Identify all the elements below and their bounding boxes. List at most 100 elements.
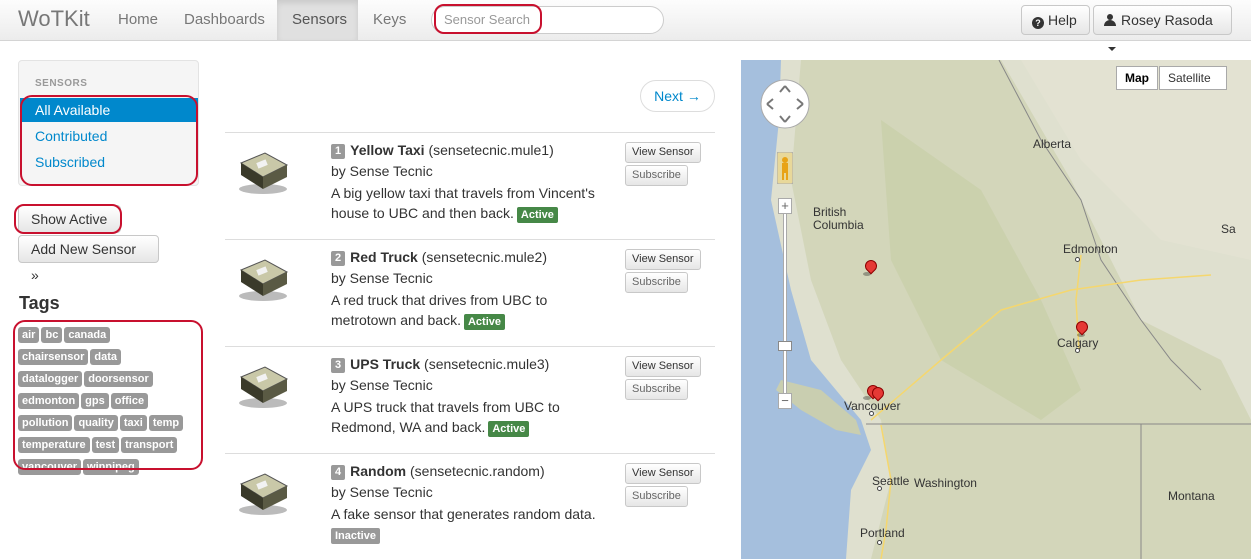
subscribe-button[interactable]: Subscribe — [625, 272, 688, 293]
tag[interactable]: data — [90, 349, 121, 365]
zoom-slider-handle[interactable] — [778, 341, 792, 351]
map-label-washington: Washington — [914, 476, 977, 490]
sensor-owner: by Sense Tecnic — [331, 163, 433, 179]
tag[interactable]: temperature — [18, 437, 90, 453]
tags-title: Tags — [19, 293, 60, 313]
sensor-number: 2 — [331, 251, 346, 266]
sensor-device-icon — [239, 366, 289, 408]
sensor-row: 1 Yellow Taxi (sensetecnic.mule1) by Sens… — [225, 132, 715, 239]
tag[interactable]: winnipeg — [83, 459, 139, 475]
top-navbar: WoTKit Home Dashboards Sensors Keys Sens… — [0, 0, 1251, 51]
zoom-in-icon[interactable]: + — [778, 198, 792, 214]
sidebar-header: SENSORS — [35, 78, 88, 89]
tag[interactable]: taxi — [119, 415, 147, 431]
sensor-owner: by Sense Tecnic — [331, 377, 433, 393]
sensor-id: (sensetecnic.mule3) — [424, 356, 550, 372]
tag[interactable]: canada — [64, 327, 111, 343]
tag[interactable]: datalogger — [18, 371, 83, 387]
map-label-edge-sa: Sa — [1221, 222, 1236, 236]
sensor-device-icon — [239, 152, 289, 194]
sensor-search-input[interactable]: Sensor Search — [431, 6, 664, 34]
tag[interactable]: office — [110, 393, 149, 409]
subscribe-button[interactable]: Subscribe — [625, 165, 688, 186]
tag[interactable]: air — [18, 327, 40, 343]
tag[interactable]: test — [91, 437, 120, 453]
brand-logo[interactable]: WoTKit — [18, 6, 90, 32]
sensor-name[interactable]: Red Truck — [350, 249, 418, 265]
tag[interactable]: chairsensor — [18, 349, 89, 365]
nav-keys[interactable]: Keys — [358, 0, 421, 40]
sensor-name[interactable]: Yellow Taxi — [350, 142, 424, 158]
tag-cloud: air bc canada chairsensor data datalogger do… — [18, 325, 200, 479]
sensor-number: 1 — [331, 144, 346, 159]
show-active-button[interactable]: Show Active — [18, 205, 121, 233]
map-label-alberta: Alberta — [1033, 137, 1072, 151]
sensor-row: 4 Random (sensetecnic.random) by Sense Te… — [225, 453, 715, 559]
tag[interactable]: quality — [74, 415, 118, 431]
map-label-montana: Montana — [1168, 489, 1215, 503]
sensor-description: A fake sensor that generates random data… — [331, 506, 596, 522]
subscribe-button[interactable]: Subscribe — [625, 486, 688, 507]
tag[interactable]: doorsensor — [84, 371, 153, 387]
sidebar-item-contributed[interactable]: Contributed — [20, 124, 198, 148]
sensor-id: (sensetecnic.mule1) — [428, 142, 554, 158]
sensor-description: A red truck that drives from UBC to metr… — [331, 292, 548, 328]
view-sensor-button[interactable]: View Sensor — [625, 356, 701, 377]
status-badge: Active — [488, 421, 530, 437]
nav-home[interactable]: Home — [103, 0, 173, 40]
map-label-edmonton: Edmonton — [1063, 242, 1118, 256]
city-dot — [869, 411, 874, 416]
view-sensor-button[interactable]: View Sensor — [625, 463, 701, 484]
tag[interactable]: edmonton — [18, 393, 80, 409]
sensor-map[interactable]: Map Satellite + − Alberta British Columb… — [741, 60, 1251, 559]
help-label: Help — [1048, 12, 1077, 28]
sensor-id: (sensetecnic.random) — [410, 463, 545, 479]
pan-control-icon[interactable] — [759, 78, 811, 130]
nav-dashboards[interactable]: Dashboards — [169, 0, 280, 40]
user-menu-button[interactable]: Rosey Rasoda — [1093, 5, 1232, 51]
next-page-button[interactable]: Next → — [640, 80, 715, 112]
map-type-map-button[interactable]: Map — [1116, 66, 1158, 90]
sensor-number: 4 — [331, 465, 346, 480]
sensor-name[interactable]: Random — [350, 463, 406, 479]
sidebar-item-subscribed[interactable]: Subscribed — [20, 150, 198, 174]
sensor-name[interactable]: UPS Truck — [350, 356, 420, 372]
zoom-out-icon[interactable]: − — [778, 393, 792, 409]
map-terrain — [741, 60, 1251, 559]
map-label-portland: Portland — [860, 526, 905, 540]
sidebar-item-all-available[interactable]: All Available — [20, 98, 198, 122]
map-type-satellite-button[interactable]: Satellite — [1159, 66, 1227, 90]
tag[interactable]: bc — [41, 327, 63, 343]
subscribe-button[interactable]: Subscribe — [625, 379, 688, 400]
sensor-number: 3 — [331, 358, 346, 373]
user-name: Rosey Rasoda — [1121, 12, 1213, 28]
sensor-owner: by Sense Tecnic — [331, 270, 433, 286]
status-badge: Inactive — [331, 528, 380, 544]
view-sensor-button[interactable]: View Sensor — [625, 142, 701, 163]
status-badge: Active — [463, 314, 505, 330]
question-icon: ? — [1032, 17, 1044, 29]
sensor-row: 2 Red Truck (sensetecnic.mule2) by Sense … — [225, 239, 715, 346]
sensor-device-icon — [239, 259, 289, 301]
user-icon — [1104, 14, 1116, 26]
view-sensor-button[interactable]: View Sensor — [625, 249, 701, 270]
tag[interactable]: pollution — [18, 415, 73, 431]
map-label-british-columbia: British Columbia — [813, 205, 864, 232]
sensor-id: (sensetecnic.mule2) — [421, 249, 547, 265]
tag[interactable]: vancouver — [18, 459, 82, 475]
tag[interactable]: temp — [148, 415, 184, 431]
nav-sensors[interactable]: Sensors — [277, 0, 358, 40]
tag[interactable]: gps — [81, 393, 109, 409]
sensor-filter-nav: SENSORS All Available Contributed Subscr… — [18, 60, 199, 186]
zoom-slider-track[interactable] — [783, 214, 787, 394]
add-new-sensor-button[interactable]: Add New Sensor » — [18, 235, 159, 283]
tag[interactable]: transport — [121, 437, 178, 453]
help-button[interactable]: ? Help — [1021, 5, 1090, 35]
city-dot — [1075, 257, 1080, 262]
caret-down-icon — [1108, 47, 1116, 51]
sensor-row: 3 UPS Truck (sensetecnic.mule3) by Sense … — [225, 346, 715, 453]
city-dot — [877, 486, 882, 491]
city-dot — [1075, 348, 1080, 353]
street-view-pegman-icon[interactable] — [777, 152, 793, 184]
sensor-device-icon — [239, 473, 289, 515]
